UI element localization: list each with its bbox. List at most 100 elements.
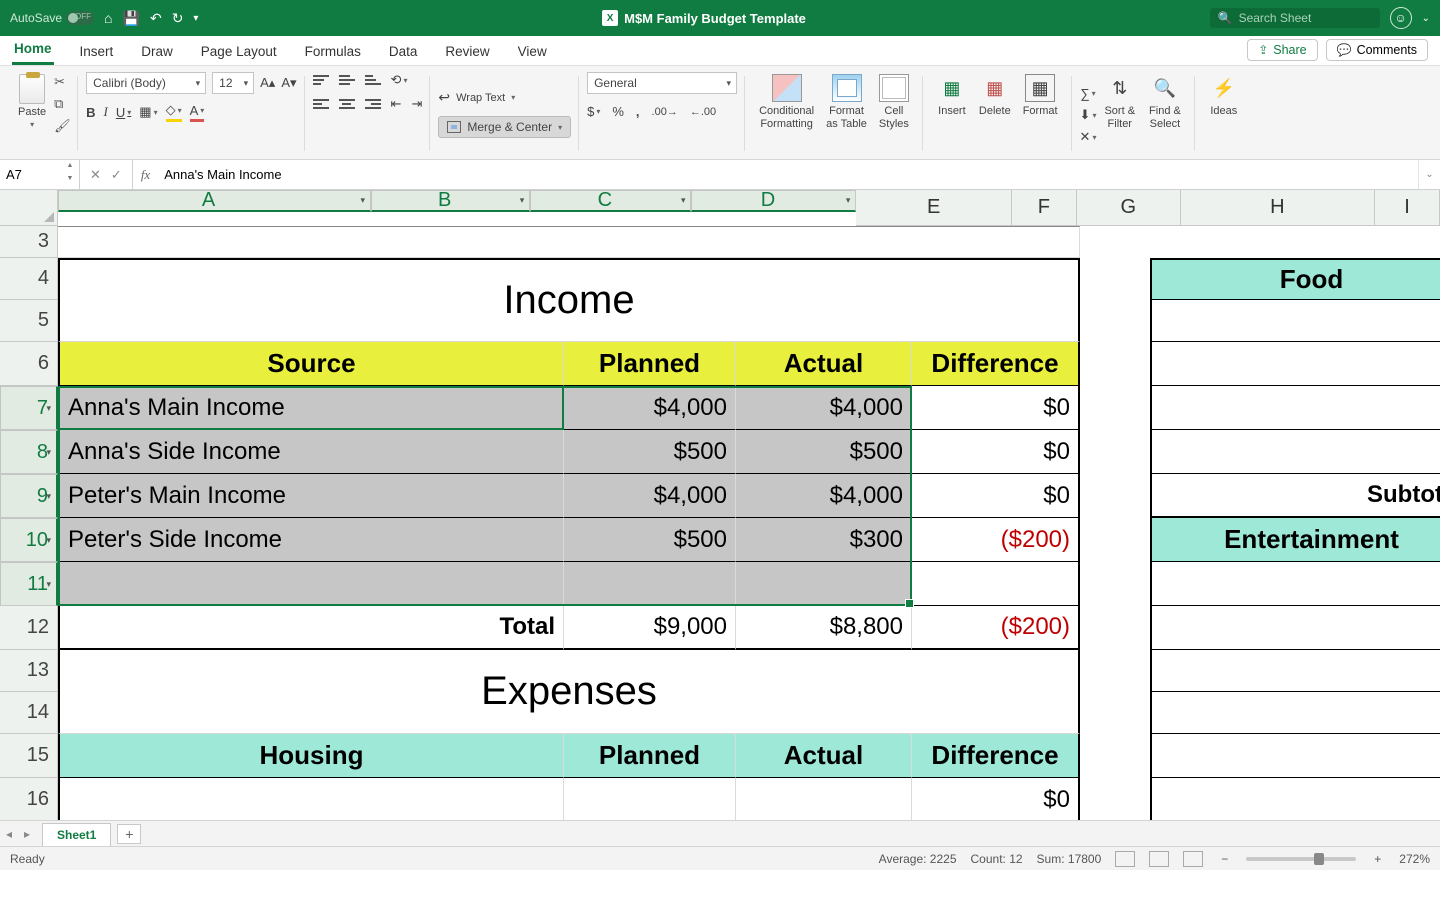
comments-button[interactable]: 💬Comments [1326, 39, 1428, 61]
income-total-label[interactable]: Total [58, 606, 564, 650]
income-diff-blank[interactable] [912, 562, 1080, 606]
row-header-3[interactable]: 3 [0, 226, 58, 258]
align-bottom-icon[interactable] [365, 73, 381, 87]
decrease-font-icon[interactable]: A▾ [281, 75, 296, 91]
sheet-nav-first-icon[interactable]: ◂ [0, 827, 18, 841]
align-left-icon[interactable] [313, 97, 329, 111]
income-source-3[interactable]: Peter's Side Income [58, 518, 564, 562]
align-right-icon[interactable] [365, 97, 381, 111]
row-header-14[interactable]: 14 [0, 692, 58, 734]
income-diff-2[interactable]: $0 [912, 474, 1080, 518]
number-format-select[interactable]: General [587, 72, 737, 94]
home-icon[interactable]: ⌂ [104, 10, 112, 26]
increase-decimal-icon[interactable]: .00→ [652, 106, 678, 118]
food-row-8[interactable] [1150, 430, 1440, 474]
tab-view[interactable]: View [516, 38, 549, 65]
share-button[interactable]: ⇪Share [1247, 39, 1317, 61]
row-header-8[interactable]: 8 [0, 430, 58, 474]
percent-icon[interactable]: % [612, 104, 624, 119]
tab-draw[interactable]: Draw [139, 38, 175, 65]
delete-cells-button[interactable]: ▦Delete [973, 72, 1017, 155]
formula-input[interactable]: Anna's Main Income [158, 160, 1418, 189]
income-actual-3[interactable]: $300 [736, 518, 912, 562]
row-header-9[interactable]: 9 [0, 474, 58, 518]
cancel-formula-icon[interactable]: ✕ [90, 167, 101, 183]
cut-icon[interactable]: ✂ [54, 74, 70, 90]
borders-button[interactable]: ▦▾ [139, 104, 157, 120]
enter-formula-icon[interactable]: ✓ [111, 167, 122, 183]
ent-row-11[interactable] [1150, 562, 1440, 606]
column-header-A[interactable]: A [58, 190, 371, 212]
income-total-actual[interactable]: $8,800 [736, 606, 912, 650]
column-header-I[interactable]: I [1375, 190, 1440, 226]
tab-review[interactable]: Review [443, 38, 491, 65]
zoom-slider[interactable] [1246, 857, 1356, 861]
exp-header-planned[interactable]: Planned [564, 734, 736, 778]
income-diff-0[interactable]: $0 [912, 386, 1080, 430]
page-layout-view-icon[interactable] [1149, 851, 1169, 867]
income-source-blank[interactable] [58, 562, 564, 606]
column-header-F[interactable]: F [1012, 190, 1077, 226]
income-header-source[interactable]: Source [58, 342, 564, 386]
format-cells-button[interactable]: ▦Format [1017, 72, 1064, 155]
income-planned-0[interactable]: $4,000 [564, 386, 736, 430]
column-header-D[interactable]: D [691, 190, 856, 212]
row-header-10[interactable]: 10 [0, 518, 58, 562]
row-header-13[interactable]: 13 [0, 650, 58, 692]
income-actual-0[interactable]: $4,000 [736, 386, 912, 430]
comma-icon[interactable]: , [636, 104, 640, 119]
save-icon[interactable]: 💾 [123, 10, 140, 27]
food-header[interactable]: Food [1150, 258, 1440, 300]
income-header-diff[interactable]: Difference [912, 342, 1080, 386]
cell-blank-row3[interactable] [58, 226, 1080, 258]
income-actual-1[interactable]: $500 [736, 430, 912, 474]
row-header-7[interactable]: 7 [0, 386, 58, 430]
account-icon[interactable]: ☺ [1390, 7, 1412, 29]
exp-header-diff[interactable]: Difference [912, 734, 1080, 778]
income-total-diff[interactable]: ($200) [912, 606, 1080, 650]
insert-cells-button[interactable]: ▦Insert [931, 72, 973, 155]
exp-row0-diff[interactable]: $0 [912, 778, 1080, 820]
exp-header-housing[interactable]: Housing [58, 734, 564, 778]
tab-insert[interactable]: Insert [78, 38, 116, 65]
sheet-nav-prev-icon[interactable]: ▸ [18, 827, 36, 841]
column-header-C[interactable]: C [530, 190, 691, 212]
underline-button[interactable]: U▾ [116, 105, 131, 120]
conditional-formatting-button[interactable]: Conditional Formatting [753, 72, 820, 155]
income-diff-1[interactable]: $0 [912, 430, 1080, 474]
food-row-5[interactable] [1150, 300, 1440, 342]
fill-icon[interactable]: ⬇▾ [1080, 107, 1097, 123]
income-source-0[interactable]: Anna's Main Income [58, 386, 564, 430]
tab-page-layout[interactable]: Page Layout [199, 38, 279, 65]
income-planned-blank[interactable] [564, 562, 736, 606]
normal-view-icon[interactable] [1115, 851, 1135, 867]
ent-row-12[interactable] [1150, 606, 1440, 650]
expenses-title[interactable]: Expenses [58, 650, 1080, 734]
font-color-button[interactable]: A▾ [190, 103, 205, 122]
font-name-select[interactable]: Calibri (Body) [86, 72, 206, 94]
namebox-down-icon[interactable]: ▼ [63, 175, 77, 188]
ent-row-13[interactable] [1150, 650, 1440, 692]
income-planned-2[interactable]: $4,000 [564, 474, 736, 518]
column-header-E[interactable]: E [856, 190, 1012, 226]
undo-icon[interactable]: ↶ [150, 10, 162, 27]
zoom-level[interactable]: 272% [1399, 852, 1430, 866]
orientation-icon[interactable]: ⟲▾ [391, 72, 408, 88]
column-header-H[interactable]: H [1181, 190, 1376, 226]
ent-row-14[interactable] [1150, 692, 1440, 734]
column-header-B[interactable]: B [371, 190, 530, 212]
income-header-actual[interactable]: Actual [736, 342, 912, 386]
row-header-11[interactable]: 11 [0, 562, 58, 606]
tab-data[interactable]: Data [387, 38, 420, 65]
paste-button[interactable]: Paste ▾ [14, 72, 50, 155]
exp-row0-actual[interactable] [736, 778, 912, 820]
find-select-button[interactable]: 🔍Find & Select [1143, 72, 1187, 155]
clear-icon[interactable]: ✕▾ [1080, 129, 1097, 145]
exp-header-actual[interactable]: Actual [736, 734, 912, 778]
search-sheet-input[interactable]: 🔍 Search Sheet [1210, 8, 1380, 28]
column-header-G[interactable]: G [1077, 190, 1181, 226]
fill-color-button[interactable]: ◇▾ [166, 102, 182, 122]
income-header-planned[interactable]: Planned [564, 342, 736, 386]
spreadsheet-grid[interactable]: ABCDEFGHI 345678910111213141516 IncomeSo… [0, 190, 1440, 820]
increase-font-icon[interactable]: A▴ [260, 75, 275, 91]
